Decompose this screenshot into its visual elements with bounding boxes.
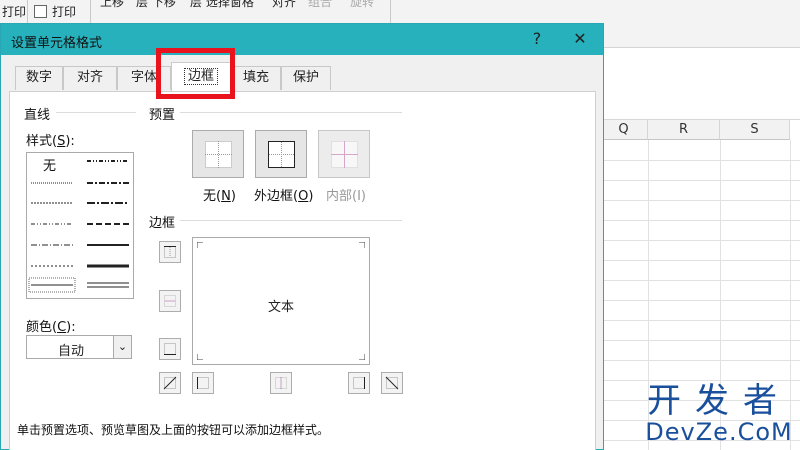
grid-line	[600, 300, 800, 301]
grid-line	[600, 280, 800, 281]
grid-line	[600, 360, 800, 361]
color-dropdown[interactable]: 自动 ⌄	[26, 335, 132, 359]
section-divider	[180, 220, 402, 221]
section-divider	[56, 112, 136, 113]
color-label: 颜色(C):	[26, 320, 76, 335]
section-divider	[180, 112, 402, 113]
ribbon-rotate[interactable]: 旋转	[350, 0, 374, 10]
preset-outline-icon	[268, 141, 295, 168]
grid-line	[600, 200, 800, 201]
border-diagonal-up-icon	[163, 376, 177, 390]
formula-bar-area	[604, 48, 800, 120]
ribbon-selection-pane[interactable]: 层 选择窗格	[190, 0, 254, 10]
help-button[interactable]: ?	[524, 27, 550, 51]
grid-line	[600, 260, 800, 261]
border-top-icon	[164, 246, 176, 258]
border-inside-horizontal-button[interactable]	[159, 290, 181, 312]
border-inside-vertical-icon	[275, 377, 287, 389]
grid-line	[600, 180, 800, 181]
grid-line	[600, 220, 800, 221]
border-inside-horizontal-icon	[164, 295, 176, 307]
tab-number[interactable]: 数字	[15, 66, 63, 90]
tab-border[interactable]: 边框	[171, 62, 231, 92]
color-value: 自动	[57, 344, 84, 359]
border-heading: 边框	[149, 216, 176, 231]
watermark: 开发者 DevZe.CoM	[644, 384, 794, 446]
preset-none-icon	[205, 141, 232, 168]
border-left-button[interactable]	[192, 372, 214, 394]
dialog-tabs: 数字 对齐 字体 边框 填充 保护	[1, 62, 603, 92]
corner-mark	[359, 354, 365, 360]
watermark-line1: 开发者	[647, 381, 791, 421]
grid-line	[600, 160, 800, 161]
preset-outline-label: 外边框(O)	[254, 189, 314, 204]
grid-line	[600, 320, 800, 321]
tab-font[interactable]: 字体	[117, 66, 171, 90]
style-label: 样式(S):	[26, 134, 75, 149]
dialog-titlebar[interactable]: 设置单元格格式 ? ✕	[1, 24, 603, 55]
ribbon-group[interactable]: 组合	[308, 0, 332, 10]
border-diagonal-up-button[interactable]	[159, 372, 181, 394]
border-preview[interactable]: 文本	[192, 237, 370, 365]
preset-none-label: 无(N)	[203, 189, 236, 204]
border-bottom-button[interactable]	[159, 338, 181, 360]
chevron-down-icon[interactable]: ⌄	[113, 336, 131, 358]
preview-text: 文本	[267, 300, 294, 315]
border-diagonal-down-button[interactable]	[381, 372, 403, 394]
grid-line	[600, 240, 800, 241]
preset-inside-icon	[331, 141, 358, 168]
hint-text: 单击预置选项、预览草图及上面的按钮可以添加边框样式。	[17, 423, 330, 437]
preset-outline-button[interactable]	[255, 130, 307, 178]
border-right-button[interactable]	[348, 372, 370, 394]
column-header-Q[interactable]: Q	[600, 120, 648, 140]
border-left-icon	[197, 377, 209, 389]
checkbox-icon[interactable]	[34, 5, 47, 18]
close-button[interactable]: ✕	[567, 27, 593, 51]
border-right-icon	[353, 377, 365, 389]
ribbon-print-checkbox[interactable]: 打印	[34, 3, 76, 20]
preset-none-button[interactable]	[192, 130, 244, 178]
border-inside-vertical-button[interactable]	[270, 372, 292, 394]
border-top-button[interactable]	[159, 241, 181, 263]
ribbon-send-backward[interactable]: 层 下移	[136, 0, 176, 10]
tab-protection[interactable]: 保护	[281, 66, 331, 90]
presets-heading: 预置	[149, 108, 176, 123]
column-header-R[interactable]: R	[648, 120, 720, 140]
corner-mark	[359, 242, 365, 248]
grid-line	[600, 340, 800, 341]
column-header-S[interactable]: S	[720, 120, 790, 140]
ribbon-bring-forward[interactable]: 上移	[100, 0, 124, 10]
tab-alignment[interactable]: 对齐	[63, 66, 117, 90]
corner-mark	[197, 354, 203, 360]
tab-fill[interactable]: 填充	[231, 66, 281, 90]
preset-inside-button[interactable]	[318, 130, 370, 178]
border-diagonal-down-icon	[385, 376, 399, 390]
line-style-list[interactable]: 无	[26, 152, 134, 299]
line-style-samples[interactable]	[27, 153, 133, 298]
preset-inside-label: 内部(I)	[326, 189, 366, 204]
watermark-line2: DevZe.CoM	[645, 418, 793, 446]
corner-mark	[197, 242, 203, 248]
line-section-heading: 直线	[24, 108, 51, 123]
border-bottom-icon	[164, 343, 176, 355]
ribbon-align[interactable]: 对齐	[272, 0, 296, 10]
ribbon-print-item-partial[interactable]: 打印	[2, 3, 26, 20]
dialog-title: 设置单元格格式	[11, 36, 103, 51]
